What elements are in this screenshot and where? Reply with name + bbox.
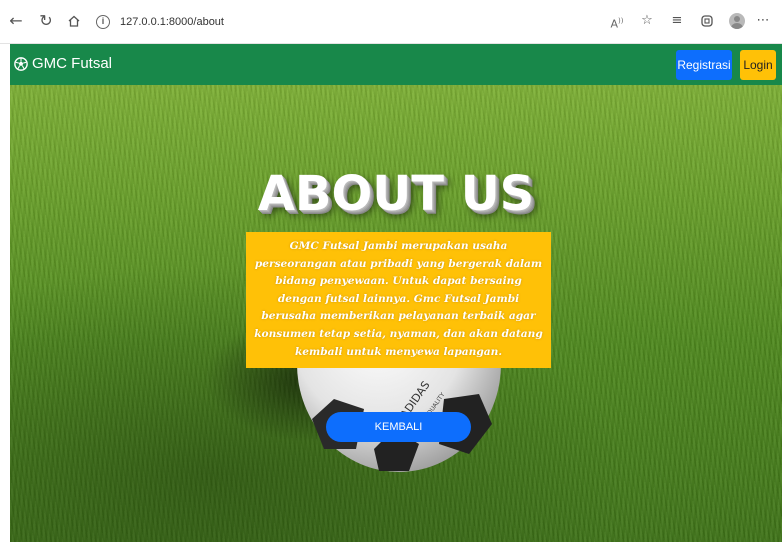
- about-description-box: GMC Futsal Jambi merupakan usaha perseor…: [246, 232, 551, 368]
- profile-avatar[interactable]: [729, 13, 745, 29]
- favorites-icon[interactable]: ≡: [662, 11, 692, 31]
- refresh-icon[interactable]: ↻: [36, 11, 56, 31]
- collections-icon[interactable]: [692, 11, 722, 31]
- soccer-ball-icon: [14, 56, 28, 71]
- more-icon[interactable]: ⋯: [752, 11, 774, 31]
- url-text[interactable]: 127.0.0.1:8000/about: [120, 16, 224, 28]
- site-info-icon[interactable]: i: [96, 15, 110, 29]
- register-button[interactable]: Registrasi: [676, 50, 732, 80]
- back-button[interactable]: KEMBALI: [326, 412, 471, 442]
- read-aloud-icon[interactable]: A)): [602, 11, 632, 31]
- back-arrow-icon[interactable]: ←: [6, 11, 26, 31]
- login-button[interactable]: Login: [740, 50, 776, 80]
- top-navbar: GMC Futsal Registrasi Login: [10, 44, 782, 85]
- add-favorite-icon[interactable]: ☆: [632, 11, 662, 31]
- page-title: ABOUT US: [257, 166, 535, 222]
- about-description: GMC Futsal Jambi merupakan usaha perseor…: [254, 240, 543, 358]
- brand-name: GMC Futsal: [32, 55, 113, 72]
- brand-link[interactable]: GMC Futsal: [14, 55, 112, 72]
- address-bar[interactable]: i 127.0.0.1:8000/about: [96, 11, 616, 33]
- page-content: ADIDAS FIFA QUALITY GMC Futsal Registras…: [10, 44, 782, 542]
- browser-toolbar: ← ↻ i 127.0.0.1:8000/about A)) ☆ ≡ ⋯: [0, 0, 782, 44]
- home-icon[interactable]: [64, 11, 84, 31]
